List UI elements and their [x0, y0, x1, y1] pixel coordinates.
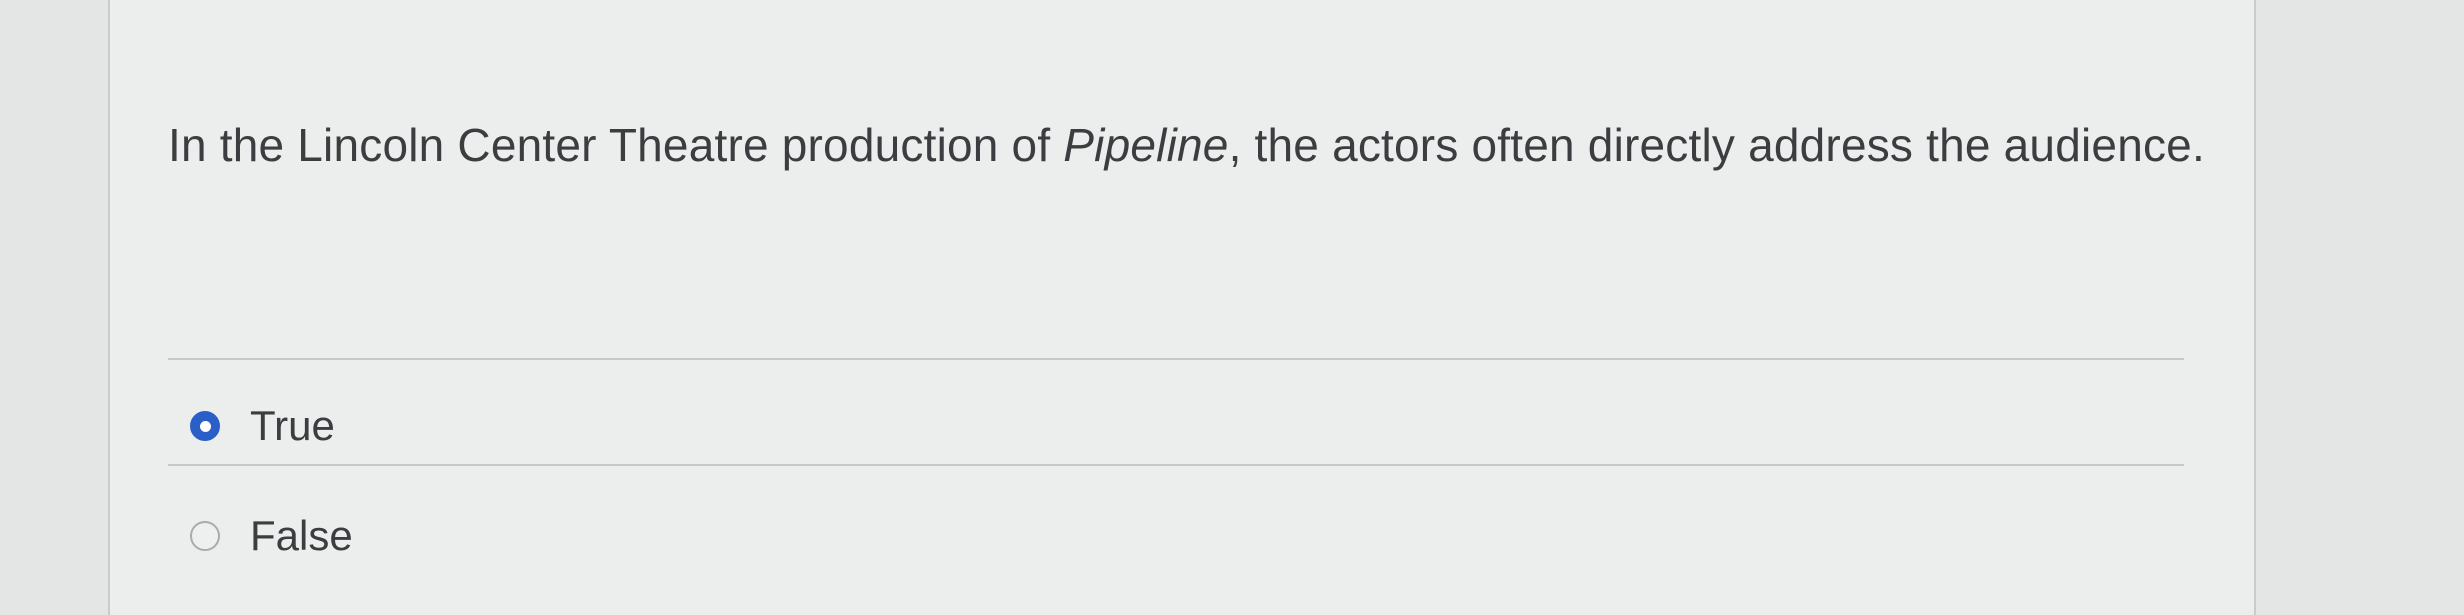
page: In the Lincoln Center Theatre production…	[0, 0, 2464, 615]
option-false[interactable]: False	[190, 506, 353, 566]
divider	[168, 464, 2184, 466]
radio-unselected-icon[interactable]	[190, 521, 220, 551]
option-true[interactable]: True	[190, 396, 335, 456]
question-panel: In the Lincoln Center Theatre production…	[108, 0, 2256, 615]
question-text-before: In the Lincoln Center Theatre production…	[168, 119, 1064, 171]
option-label: False	[250, 512, 353, 559]
question-text: In the Lincoln Center Theatre production…	[168, 106, 2228, 184]
option-label: True	[250, 402, 335, 449]
divider	[168, 358, 2184, 360]
radio-selected-icon[interactable]	[190, 411, 220, 441]
question-title-italic: Pipeline	[1063, 119, 1229, 171]
question-text-after: , the actors often directly address the …	[1228, 119, 2205, 171]
